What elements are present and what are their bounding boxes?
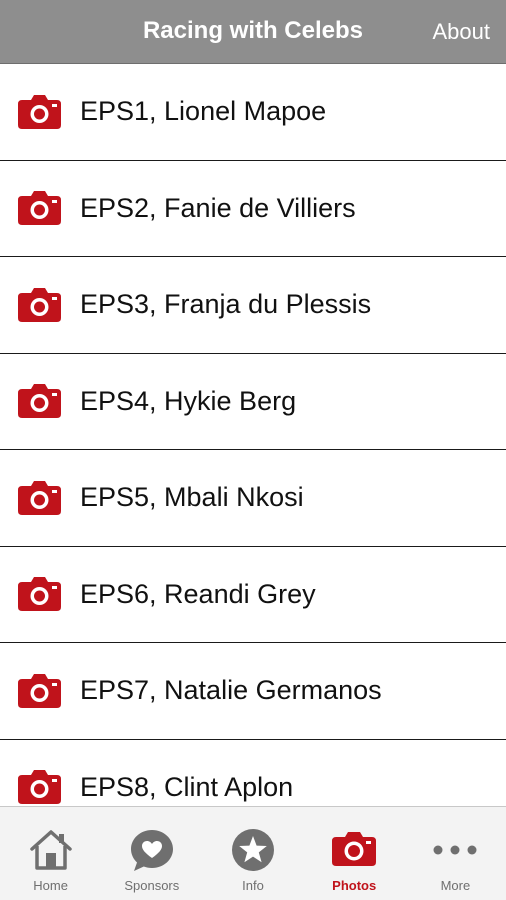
list-item[interactable]: EPS3, Franja du Plessis [0,257,506,354]
list-item[interactable]: EPS5, Mbali Nkosi [0,450,506,547]
tab-sponsors[interactable]: Sponsors [101,807,202,900]
heart-bubble-icon [130,830,173,871]
episode-label: EPS7, Natalie Germanos [80,675,382,705]
tab-info[interactable]: Info [202,807,303,900]
list-item[interactable]: EPS2, Fanie de Villiers [0,160,506,257]
more-dots-icon [433,845,477,855]
tab-more[interactable]: More [405,807,506,900]
camera-icon [18,94,61,129]
tab-photos[interactable]: Photos [304,807,405,900]
episode-label: EPS3, Franja du Plessis [80,289,372,319]
tab-bar: Home Sponsors Info Photos More [0,806,506,900]
star-icon [232,829,274,871]
list-item[interactable]: EPS6, Reandi Grey [0,546,506,643]
navigation-bar: Racing with Celebs About [0,0,506,64]
list-item[interactable]: EPS1, Lionel Mapoe [0,64,506,161]
tab-home[interactable]: Home [0,807,101,900]
list-item[interactable]: EPS7, Natalie Germanos [0,643,506,740]
camera-icon [18,673,61,708]
camera-icon [18,577,61,612]
tab-sponsors-label: Sponsors [124,878,180,893]
camera-icon [18,191,61,226]
tab-more-label: More [440,878,471,893]
about-button[interactable]: About [433,0,491,64]
camera-icon [18,287,61,322]
camera-icon [332,832,377,866]
episode-label: EPS4, Hykie Berg [80,385,297,416]
camera-icon [18,384,61,419]
episode-label: EPS6, Reandi Grey [80,578,316,609]
episode-list: EPS1, Lionel Mapoe EPS2, Fanie de Villie… [0,64,506,806]
tab-info-label: Info [242,878,264,893]
episode-label: EPS1, Lionel Mapoe [80,96,327,126]
episode-label: EPS8, Clint Aplon [80,771,294,802]
camera-icon [18,770,61,805]
page-title: Racing with Celebs [142,17,364,44]
home-icon [29,830,72,870]
tab-home-label: Home [33,878,68,893]
episode-label: EPS2, Fanie de Villiers [80,192,356,223]
list-item[interactable]: EPS8, Clint Aplon [0,739,506,806]
camera-icon [18,480,61,515]
tab-photos-label: Photos [332,878,377,893]
episode-label: EPS5, Mbali Nkosi [80,482,304,512]
list-item[interactable]: EPS4, Hykie Berg [0,353,506,450]
